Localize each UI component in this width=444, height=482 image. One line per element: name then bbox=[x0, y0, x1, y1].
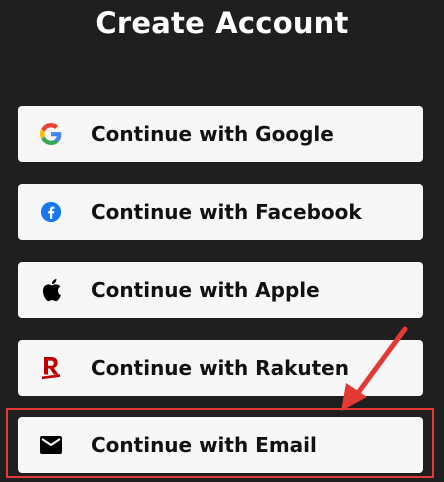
continue-with-rakuten-button[interactable]: Continue with Rakuten bbox=[18, 340, 423, 396]
continue-with-email-button[interactable]: Continue with Email bbox=[18, 417, 423, 473]
continue-with-google-button[interactable]: Continue with Google bbox=[18, 106, 423, 162]
google-icon bbox=[37, 120, 65, 148]
facebook-icon bbox=[37, 198, 65, 226]
continue-with-apple-button[interactable]: Continue with Apple bbox=[18, 262, 423, 318]
page-title: Create Account bbox=[95, 6, 349, 40]
facebook-button-label: Continue with Facebook bbox=[91, 200, 362, 224]
apple-button-label: Continue with Apple bbox=[91, 278, 320, 302]
mail-icon bbox=[37, 431, 65, 459]
apple-icon bbox=[37, 276, 65, 304]
rakuten-icon bbox=[37, 354, 65, 382]
google-button-label: Continue with Google bbox=[91, 122, 334, 146]
rakuten-button-label: Continue with Rakuten bbox=[91, 356, 349, 380]
email-button-label: Continue with Email bbox=[91, 433, 317, 457]
continue-with-facebook-button[interactable]: Continue with Facebook bbox=[18, 184, 423, 240]
